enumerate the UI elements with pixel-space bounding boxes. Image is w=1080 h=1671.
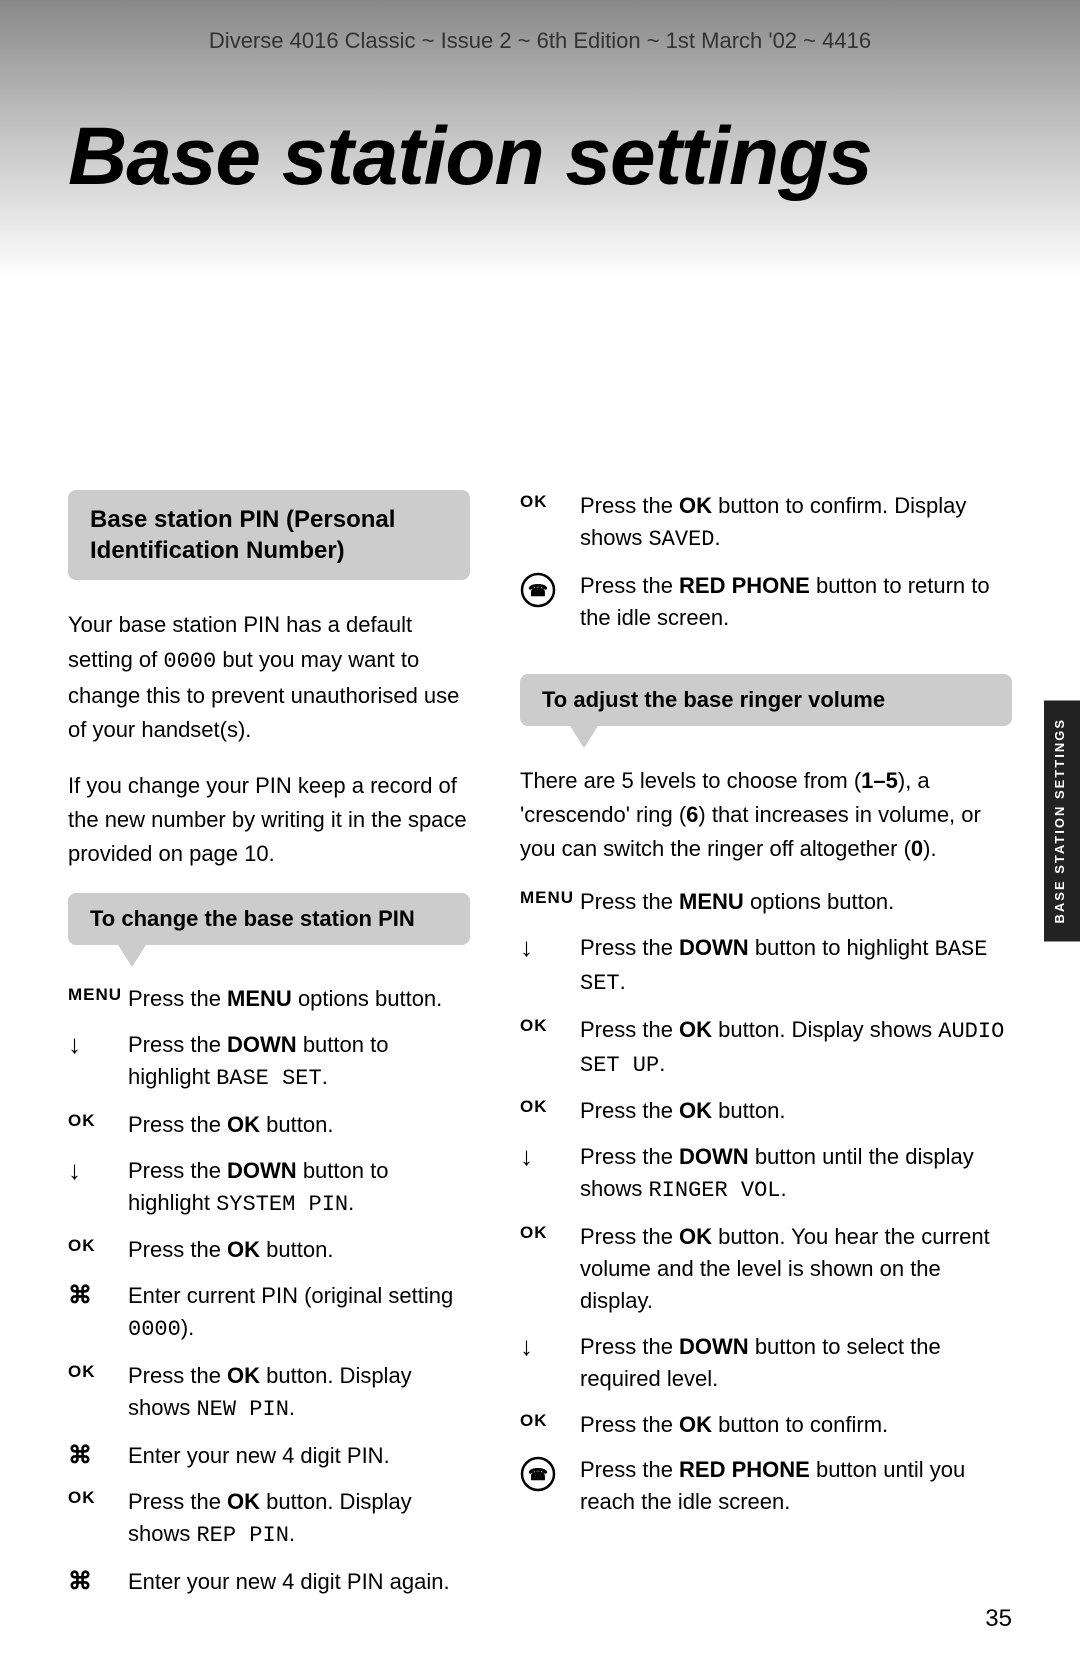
- intro-paragraph-1: Your base station PIN has a default sett…: [68, 608, 470, 746]
- step-keypad-1: ⌘ Enter current PIN (original setting 00…: [68, 1280, 470, 1346]
- ringer-ok-1: OK: [520, 1014, 580, 1036]
- ringer-step-text-menu: Press the MENU options button.: [580, 886, 1012, 918]
- step-ok-2: OK Press the OK button.: [68, 1234, 470, 1266]
- arrow-down-icon-2: ↓: [68, 1155, 128, 1184]
- ok-icon-confirm: OK: [520, 490, 580, 512]
- keypad-icon-2: ⌘: [68, 1440, 128, 1470]
- ringer-ok-3: OK: [520, 1221, 580, 1243]
- change-pin-callout: To change the base station PIN: [68, 893, 470, 945]
- page-title: Base station settings: [0, 54, 1080, 200]
- main-content: Base station PIN (Personal Identificatio…: [0, 200, 1080, 1671]
- step-ok-confirm: OK Press the OK button to confirm. Displ…: [520, 490, 1012, 556]
- ringer-step-text-ok-1: Press the OK button. Display shows AUDIO…: [580, 1014, 1012, 1082]
- ringer-step-text-ok-4: Press the OK button to confirm.: [580, 1409, 1012, 1441]
- ringer-step-down-1: ↓ Press the DOWN button to highlight BAS…: [520, 932, 1012, 1000]
- intro-paragraph-2: If you change your PIN keep a record of …: [68, 769, 470, 871]
- step-text-ok-confirm: Press the OK button to confirm. Display …: [580, 490, 1012, 556]
- meta-text: Diverse 4016 Classic ~ Issue 2 ~ 6th Edi…: [209, 28, 871, 53]
- ringer-intro: There are 5 levels to choose from (1–5),…: [520, 764, 1012, 866]
- step-ok-3: OK Press the OK button. Display shows NE…: [68, 1360, 470, 1426]
- ringer-callout-wrapper: To adjust the base ringer volume: [520, 674, 1012, 726]
- svg-text:☎: ☎: [528, 583, 548, 600]
- ringer-step-text-ok-3: Press the OK button. You hear the curren…: [580, 1221, 1012, 1317]
- left-column: Base station PIN (Personal Identificatio…: [0, 490, 500, 1611]
- step-text-ok-2: Press the OK button.: [128, 1234, 470, 1266]
- ringer-step-red-phone: ☎ Press the RED PHONE button until you r…: [520, 1454, 1012, 1518]
- ringer-step-ok-4: OK Press the OK button to confirm.: [520, 1409, 1012, 1441]
- ok-icon-1: OK: [68, 1109, 128, 1131]
- ringer-step-text-down-3: Press the DOWN button to select the requ…: [580, 1331, 1012, 1395]
- step-ok-4: OK Press the OK button. Display shows RE…: [68, 1486, 470, 1552]
- step-text-keypad-3: Enter your new 4 digit PIN again.: [128, 1566, 470, 1598]
- ringer-arrow-down-2: ↓: [520, 1141, 580, 1170]
- step-ok-1: OK Press the OK button.: [68, 1109, 470, 1141]
- ringer-arrow-down-1: ↓: [520, 932, 580, 961]
- right-column: OK Press the OK button to confirm. Displ…: [500, 490, 1080, 1611]
- ringer-step-ok-3: OK Press the OK button. You hear the cur…: [520, 1221, 1012, 1317]
- ringer-step-text-down-1: Press the DOWN button to highlight BASE …: [580, 932, 1012, 1000]
- step-text-ok-3: Press the OK button. Display shows NEW P…: [128, 1360, 470, 1426]
- step-text-keypad-2: Enter your new 4 digit PIN.: [128, 1440, 470, 1472]
- ringer-step-down-3: ↓ Press the DOWN button to select the re…: [520, 1331, 1012, 1395]
- ringer-ok-4: OK: [520, 1409, 580, 1431]
- step-menu-1: MENU Press the MENU options button.: [68, 983, 470, 1015]
- ok-icon-2: OK: [68, 1234, 128, 1256]
- ringer-callout: To adjust the base ringer volume: [520, 674, 1012, 726]
- ringer-step-ok-1: OK Press the OK button. Display shows AU…: [520, 1014, 1012, 1082]
- step-text-ok-1: Press the OK button.: [128, 1109, 470, 1141]
- change-pin-steps: MENU Press the MENU options button. ↓ Pr…: [68, 983, 470, 1597]
- red-phone-icon-1: ☎: [520, 570, 580, 613]
- ok-icon-4: OK: [68, 1486, 128, 1508]
- arrow-down-icon-1: ↓: [68, 1029, 128, 1058]
- ringer-step-down-2: ↓ Press the DOWN button until the displa…: [520, 1141, 1012, 1207]
- ringer-step-text-ok-2: Press the OK button.: [580, 1095, 1012, 1127]
- ringer-arrow-down-3: ↓: [520, 1331, 580, 1360]
- step-text-ok-4: Press the OK button. Display shows REP P…: [128, 1486, 470, 1552]
- ringer-steps: MENU Press the MENU options button. ↓ Pr…: [520, 886, 1012, 1518]
- menu-icon-1: MENU: [68, 983, 128, 1005]
- step-text-red-phone-1: Press the RED PHONE button to return to …: [580, 570, 1012, 634]
- page: Diverse 4016 Classic ~ Issue 2 ~ 6th Edi…: [0, 0, 1080, 1671]
- step-text-down-1: Press the DOWN button to highlight BASE …: [128, 1029, 470, 1095]
- pin-section-heading: Base station PIN (Personal Identificatio…: [68, 490, 470, 580]
- step-text-menu-1: Press the MENU options button.: [128, 983, 470, 1015]
- change-pin-callout-wrapper: To change the base station PIN: [68, 893, 470, 945]
- right-top-steps: OK Press the OK button to confirm. Displ…: [520, 490, 1012, 634]
- ringer-menu-icon: MENU: [520, 886, 580, 908]
- step-down-1: ↓ Press the DOWN button to highlight BAS…: [68, 1029, 470, 1095]
- header-meta: Diverse 4016 Classic ~ Issue 2 ~ 6th Edi…: [0, 0, 1080, 54]
- keypad-icon-1: ⌘: [68, 1280, 128, 1310]
- svg-text:☎: ☎: [528, 1467, 548, 1484]
- ringer-step-text-down-2: Press the DOWN button until the display …: [580, 1141, 1012, 1207]
- step-red-phone-1: ☎ Press the RED PHONE button to return t…: [520, 570, 1012, 634]
- ringer-ok-2: OK: [520, 1095, 580, 1117]
- ringer-step-ok-2: OK Press the OK button.: [520, 1095, 1012, 1127]
- step-text-keypad-1: Enter current PIN (original setting 0000…: [128, 1280, 470, 1346]
- ringer-step-text-red-phone: Press the RED PHONE button until you rea…: [580, 1454, 1012, 1518]
- step-keypad-2: ⌘ Enter your new 4 digit PIN.: [68, 1440, 470, 1472]
- step-keypad-3: ⌘ Enter your new 4 digit PIN again.: [68, 1566, 470, 1598]
- step-down-2: ↓ Press the DOWN button to highlight SYS…: [68, 1155, 470, 1221]
- step-text-down-2: Press the DOWN button to highlight SYSTE…: [128, 1155, 470, 1221]
- ringer-step-menu: MENU Press the MENU options button.: [520, 886, 1012, 918]
- keypad-icon-3: ⌘: [68, 1566, 128, 1596]
- side-tab: BASE STATION SETTINGS: [1044, 700, 1080, 941]
- ok-icon-3: OK: [68, 1360, 128, 1382]
- ringer-red-phone-icon: ☎: [520, 1454, 580, 1497]
